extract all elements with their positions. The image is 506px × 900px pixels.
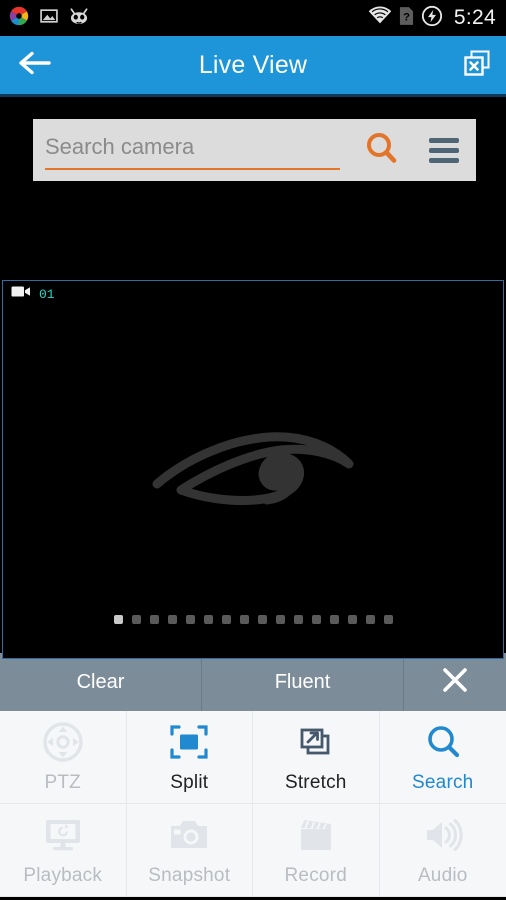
svg-text:?: ? — [403, 11, 410, 23]
stretch-icon — [296, 721, 336, 763]
status-bar-clock: 5:24 — [453, 6, 496, 29]
quality-fluent-button[interactable]: Fluent — [202, 653, 404, 711]
ptz-joystick-icon — [42, 721, 84, 763]
quality-clear-label: Clear — [76, 670, 125, 693]
status-bar-system: ? 5:24 — [368, 5, 496, 32]
split-screen-icon — [169, 721, 209, 763]
eye-spiral-logo — [3, 281, 503, 658]
close-all-windows-button[interactable] — [462, 36, 492, 94]
tool-grid: PTZ Split Stretch Search Playback Snapsh… — [0, 711, 506, 897]
page-dot[interactable] — [185, 615, 195, 624]
search-icon — [423, 721, 463, 763]
page-dot[interactable] — [221, 615, 231, 624]
tool-audio[interactable]: Audio — [379, 804, 506, 897]
search-icon — [363, 130, 399, 171]
back-arrow-icon — [18, 50, 52, 81]
playback-icon — [42, 814, 84, 856]
quality-fluent-label: Fluent — [274, 670, 331, 693]
status-bar: ? 5:24 — [0, 0, 506, 36]
page-dot[interactable] — [131, 615, 141, 624]
camera-icon — [168, 814, 210, 856]
tool-search-label: Search — [412, 771, 474, 793]
quality-close-button[interactable] — [404, 653, 506, 711]
video-zone: 01 — [0, 97, 506, 659]
cyanogenmod-icon — [68, 6, 90, 31]
tool-split-label: Split — [170, 771, 209, 793]
speaker-icon — [423, 814, 463, 856]
page-dot[interactable] — [311, 615, 321, 624]
battery-charging-icon — [421, 5, 443, 32]
app-shutter-icon — [8, 5, 30, 32]
page-dot[interactable] — [383, 615, 393, 624]
page-dot[interactable] — [239, 615, 249, 624]
clapperboard-icon — [296, 814, 336, 856]
stream-quality-bar: Clear Fluent — [0, 652, 506, 711]
hamburger-menu-icon — [429, 137, 459, 163]
page-dot[interactable] — [329, 615, 339, 624]
tool-record-label: Record — [284, 864, 347, 886]
back-button[interactable] — [0, 50, 70, 81]
page-dot[interactable] — [113, 615, 123, 624]
page-dot[interactable] — [275, 615, 285, 624]
tool-stretch-label: Stretch — [284, 771, 347, 793]
page-dot[interactable] — [149, 615, 159, 624]
tool-snapshot[interactable]: Snapshot — [126, 804, 253, 897]
video-camera-icon — [11, 285, 31, 303]
tool-snapshot-label: Snapshot — [148, 864, 231, 886]
camera-pane[interactable]: 01 — [2, 280, 504, 659]
camera-channel-id: 01 — [39, 286, 55, 302]
tool-search[interactable]: Search — [379, 711, 506, 804]
search-field — [41, 119, 350, 181]
page-dot[interactable] — [293, 615, 303, 624]
page-indicator[interactable] — [0, 615, 506, 624]
camera-pane-label: 01 — [11, 285, 55, 303]
status-bar-notifications — [8, 5, 90, 32]
close-window-icon — [462, 48, 492, 83]
search-submit-button[interactable] — [350, 119, 412, 181]
tool-record[interactable]: Record — [253, 804, 380, 897]
page-dot[interactable] — [203, 615, 213, 624]
search-underline — [45, 168, 340, 170]
tool-ptz-label: PTZ — [44, 771, 81, 793]
close-icon — [440, 665, 470, 700]
wifi-icon — [368, 6, 392, 30]
sim-unknown-icon: ? — [399, 6, 414, 31]
tool-ptz[interactable]: PTZ — [0, 711, 127, 804]
app-bar: Live View — [0, 36, 506, 94]
tool-playback-label: Playback — [23, 864, 103, 886]
tool-playback[interactable]: Playback — [0, 804, 127, 897]
search-input[interactable] — [41, 134, 350, 166]
tool-split[interactable]: Split — [126, 711, 253, 804]
gallery-image-icon — [39, 6, 59, 31]
camera-list-menu-button[interactable] — [412, 119, 476, 181]
live-view-screen: ? 5:24 Live View Search camera 01 Clear … — [0, 0, 506, 900]
tool-audio-label: Audio — [417, 864, 468, 886]
page-dot[interactable] — [167, 615, 177, 624]
tool-stretch[interactable]: Stretch — [253, 711, 380, 804]
page-dot[interactable] — [257, 615, 267, 624]
search-bar — [33, 119, 476, 181]
page-title: Live View — [198, 50, 308, 79]
page-dot[interactable] — [365, 615, 375, 624]
page-dot[interactable] — [347, 615, 357, 624]
quality-clear-button[interactable]: Clear — [0, 653, 202, 711]
